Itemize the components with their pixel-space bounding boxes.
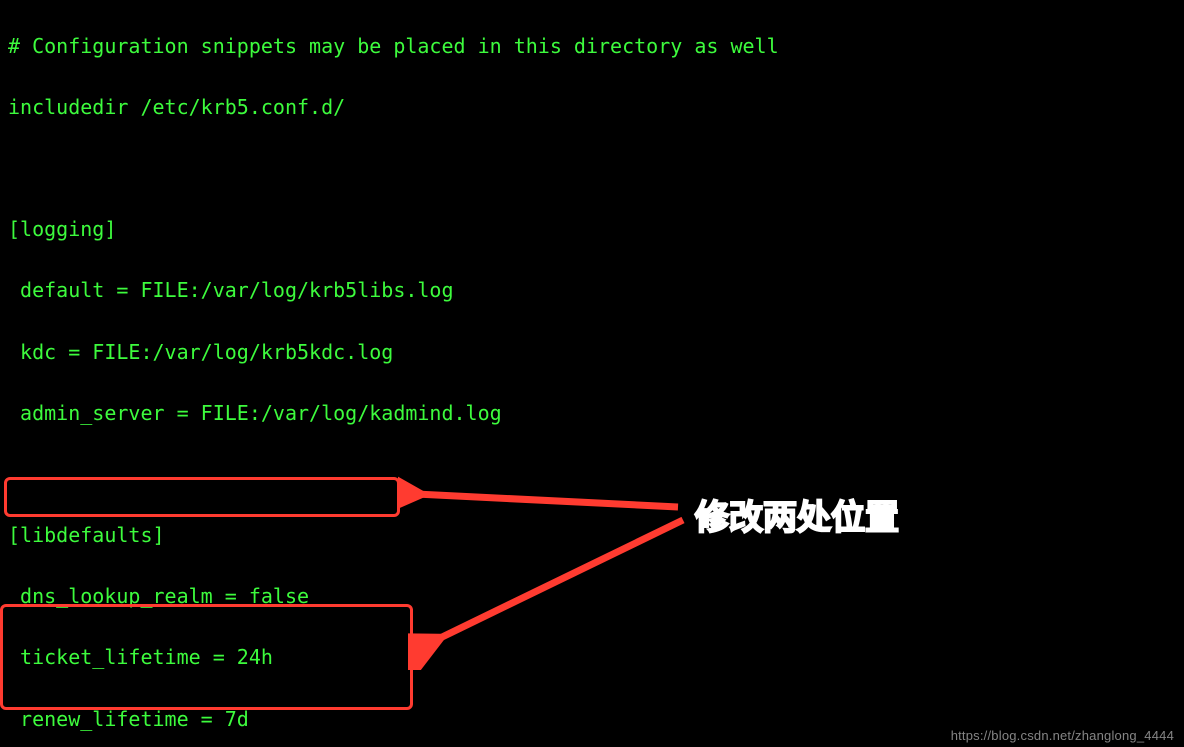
lib-ticket-line: ticket_lifetime = 24h xyxy=(8,642,1176,673)
blank-line xyxy=(8,153,1176,184)
config-comment-line: # Configuration snippets may be placed i… xyxy=(8,31,1176,62)
lib-dns-line: dns_lookup_realm = false xyxy=(8,581,1176,612)
annotation-text: 修改两处位置 xyxy=(695,490,899,539)
watermark-text: https://blog.csdn.net/zhanglong_4444 xyxy=(951,728,1174,743)
libdefaults-section-header: [libdefaults] xyxy=(8,520,1176,551)
logging-kdc-line: kdc = FILE:/var/log/krb5kdc.log xyxy=(8,337,1176,368)
logging-default-line: default = FILE:/var/log/krb5libs.log xyxy=(8,275,1176,306)
terminal-output: # Configuration snippets may be placed i… xyxy=(0,0,1184,747)
logging-section-header: [logging] xyxy=(8,214,1176,245)
logging-admin-line: admin_server = FILE:/var/log/kadmind.log xyxy=(8,398,1176,429)
config-includedir-line: includedir /etc/krb5.conf.d/ xyxy=(8,92,1176,123)
blank-line xyxy=(8,459,1176,490)
